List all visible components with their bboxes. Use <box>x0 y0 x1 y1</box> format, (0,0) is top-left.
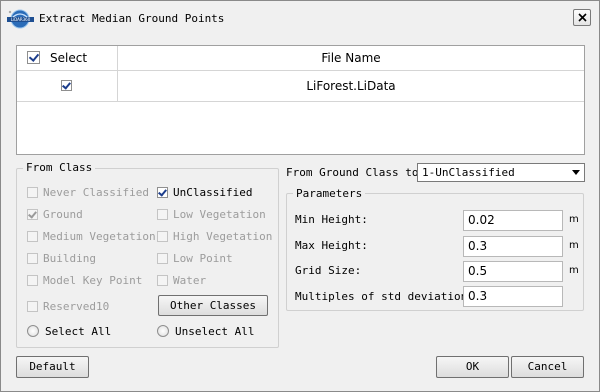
class-label: Reserved10 <box>43 299 110 313</box>
select-column-header: Select <box>17 46 118 70</box>
class-high-vegetation[interactable]: High Vegetation <box>157 229 272 243</box>
lidar360-logo-icon: LiDAR360 <box>7 7 35 31</box>
checkbox[interactable] <box>27 208 38 220</box>
class-label: Water <box>173 273 207 287</box>
file-table: Select File Name LiForest.LiData <box>16 45 585 155</box>
std-deviation-input[interactable]: 0.3 <box>463 286 563 307</box>
close-button[interactable] <box>573 9 591 26</box>
dropdown-value: 1-UnClassified <box>422 166 515 179</box>
radio-icon <box>157 325 169 337</box>
class-model-key-point[interactable]: Model Key Point <box>27 273 142 287</box>
std-deviation-label: Multiples of std deviation: <box>295 290 474 303</box>
checkbox[interactable] <box>27 252 38 264</box>
class-label: Never Classified <box>43 185 149 199</box>
class-low-point[interactable]: Low Point <box>157 251 233 265</box>
parameters-legend: Parameters <box>293 187 366 200</box>
row-select-checkbox[interactable] <box>61 80 72 91</box>
class-label: Model Key Point <box>43 273 143 287</box>
checkbox[interactable] <box>27 300 38 312</box>
class-label: Medium Vegetation <box>43 229 156 243</box>
checkbox[interactable] <box>27 230 38 242</box>
max-height-input[interactable]: 0.3 <box>463 236 563 257</box>
class-label: Low Vegetation <box>173 207 266 221</box>
title-bar: LiDAR360 Extract Median Ground Points <box>1 1 599 37</box>
checkbox[interactable] <box>157 208 168 220</box>
ground-class-dropdown[interactable]: 1-UnClassified <box>417 163 585 182</box>
svg-text:LiDAR360: LiDAR360 <box>11 17 31 22</box>
file-name-column-header: File Name <box>321 51 381 65</box>
grid-size-label: Grid Size: <box>295 264 362 277</box>
class-label: Low Point <box>173 251 233 265</box>
class-reserved10[interactable]: Reserved10 <box>27 299 109 313</box>
min-height-unit: m <box>569 214 579 225</box>
max-height-label: Max Height: <box>295 239 368 252</box>
class-never-classified[interactable]: Never Classified <box>27 185 149 199</box>
grid-size-input[interactable]: 0.5 <box>463 261 563 282</box>
min-height-label: Min Height: <box>295 213 368 226</box>
unselect-all-radio[interactable]: Unselect All <box>157 324 254 338</box>
select-all-radio[interactable]: Select All <box>27 324 111 338</box>
row-select-cell <box>17 71 118 101</box>
radio-label: Unselect All <box>175 324 255 338</box>
chevron-down-icon <box>572 170 580 175</box>
grid-size-unit: m <box>569 265 579 276</box>
checkbox[interactable] <box>27 274 38 286</box>
other-classes-button[interactable]: Other Classes <box>158 295 268 316</box>
ok-button[interactable]: OK <box>436 356 509 378</box>
select-all-header-checkbox[interactable] <box>27 51 40 64</box>
class-water[interactable]: Water <box>157 273 206 287</box>
class-medium-vegetation[interactable]: Medium Vegetation <box>27 229 156 243</box>
table-row[interactable]: LiForest.LiData <box>17 71 584 102</box>
radio-icon <box>27 325 39 337</box>
max-height-unit: m <box>569 240 579 251</box>
class-label: Building <box>43 251 96 265</box>
class-low-vegetation[interactable]: Low Vegetation <box>157 207 266 221</box>
default-button[interactable]: Default <box>16 356 89 378</box>
class-label: Ground <box>43 207 83 221</box>
class-label: UnClassified <box>173 185 253 199</box>
close-icon <box>577 13 587 22</box>
dialog-window: LiDAR360 Extract Median Ground Points Se… <box>0 0 600 392</box>
file-name-cell: LiForest.LiData <box>306 79 396 93</box>
min-height-input[interactable]: 0.02 <box>463 210 563 231</box>
class-label: High Vegetation <box>173 229 273 243</box>
from-class-legend: From Class <box>23 161 96 174</box>
ground-class-label: From Ground Class to: <box>286 166 426 179</box>
checkbox[interactable] <box>27 186 38 198</box>
cancel-button[interactable]: Cancel <box>511 356 584 378</box>
table-header: Select File Name <box>17 46 584 71</box>
window-title: Extract Median Ground Points <box>39 12 225 25</box>
checkbox[interactable] <box>157 186 168 198</box>
class-unclassified[interactable]: UnClassified <box>157 185 252 199</box>
select-column-label: Select <box>50 51 88 65</box>
checkbox[interactable] <box>157 230 168 242</box>
checkbox[interactable] <box>157 274 168 286</box>
class-ground[interactable]: Ground <box>27 207 83 221</box>
radio-label: Select All <box>45 324 112 338</box>
class-building[interactable]: Building <box>27 251 96 265</box>
checkbox[interactable] <box>157 252 168 264</box>
